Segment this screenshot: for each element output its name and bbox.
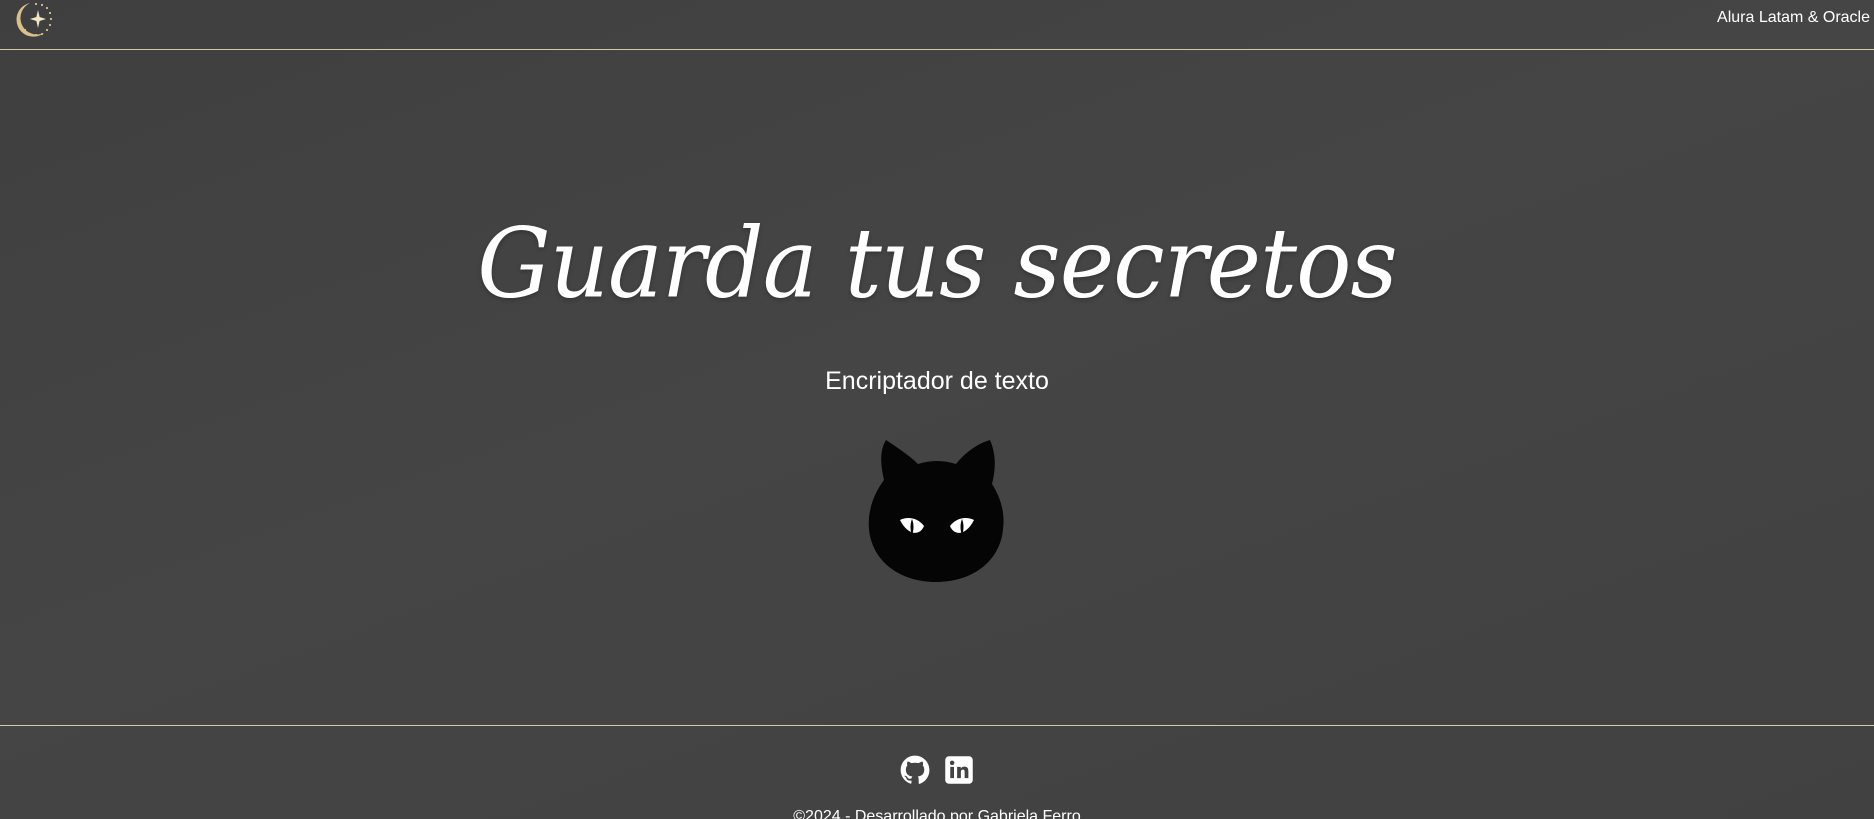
site-footer: ©2024 - Desarrollado por Gabriela Ferro bbox=[0, 725, 1874, 819]
github-icon bbox=[900, 755, 930, 785]
page-title: Guarda tus secretos bbox=[477, 207, 1397, 320]
github-link[interactable] bbox=[900, 755, 930, 785]
linkedin-icon bbox=[944, 755, 974, 785]
logo[interactable] bbox=[8, 0, 64, 42]
header-credit: Alura Latam & Oracle bbox=[1717, 9, 1870, 26]
site-header: Alura Latam & Oracle bbox=[0, 0, 1874, 50]
hero-section: Guarda tus secretos Encriptador de texto bbox=[0, 50, 1874, 725]
copyright-text: ©2024 - Desarrollado por Gabriela Ferro bbox=[793, 808, 1081, 819]
black-cat-icon bbox=[866, 440, 1008, 585]
moon-star-icon bbox=[8, 0, 64, 42]
page-subtitle: Encriptador de texto bbox=[825, 367, 1049, 395]
social-links bbox=[0, 755, 1874, 785]
linkedin-link[interactable] bbox=[944, 755, 974, 785]
page: Alura Latam & Oracle Guarda tus secretos… bbox=[0, 0, 1874, 819]
